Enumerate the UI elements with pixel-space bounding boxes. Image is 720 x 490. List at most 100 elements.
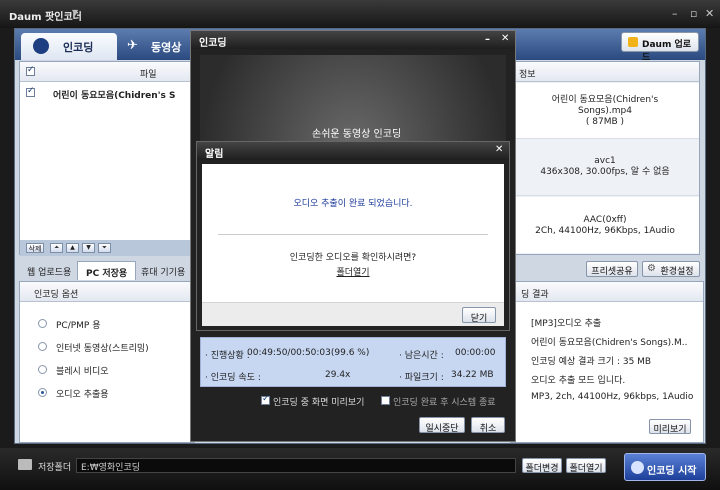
cancel-button[interactable]: 취소 — [471, 417, 505, 434]
option-radio[interactable] — [38, 365, 47, 374]
info-video-line2: 436x308, 30.00fps, 알 수 없음 — [540, 167, 670, 177]
title-bar: Daum 팟인코더 ▼ – ▫ ✕ — [0, 0, 720, 28]
alert-message: 오디오 추출이 완료 되었습니다. — [293, 199, 413, 209]
speed-label: · 인코딩 속도 : — [205, 373, 261, 383]
chevron-down-icon[interactable]: ▼ — [72, 8, 78, 17]
minimize-icon[interactable]: – — [672, 7, 678, 20]
list-controls: 삭제 ⏶ ▲ ▼ ⏷ — [20, 240, 194, 256]
change-folder-button[interactable]: 폴더변경 — [522, 458, 562, 474]
info-audio-line2: 2Ch, 44100Hz, 96Kbps, 1Audio — [535, 226, 675, 236]
option-radio[interactable] — [38, 388, 47, 397]
option-streaming[interactable]: 인터넷 동영상(스트리밍) — [38, 341, 188, 354]
close-icon[interactable]: ✕ — [501, 33, 509, 44]
file-checkbox[interactable] — [26, 86, 35, 97]
encoding-result-panel: 딩 결과 [MP3]오디오 추출 어린이 동요모음(Chidren's Song… — [510, 281, 704, 443]
speed-value: 29.4x — [325, 370, 351, 380]
info-file-line1: 어린이 동요모음(Chidren's — [551, 95, 659, 105]
folder-icon — [18, 459, 32, 470]
encoding-dialog-title-text: 인코딩 — [199, 38, 227, 49]
result-line: [MP3]오디오 추출 — [531, 319, 602, 329]
upload-icon — [628, 37, 638, 47]
option-label: 블레시 비디오 — [56, 367, 109, 377]
filesize-value: 34.22 MB — [451, 370, 494, 380]
start-encoding-button[interactable]: 인코딩 시작 — [624, 453, 706, 481]
move-bottom-icon[interactable]: ⏷ — [98, 243, 111, 253]
option-radio[interactable] — [38, 319, 47, 328]
daum-upload-label: Daum 업로드 — [642, 40, 692, 63]
file-name: 어린이 동요모음(Chidren's S — [53, 91, 176, 101]
progress-value: 00:49:50/00:50:03(99.6 %) — [247, 348, 370, 358]
settings-button[interactable]: ⚙ 환경설정 — [642, 261, 700, 277]
open-folder-link[interactable]: 폴더열기 — [202, 265, 504, 278]
preview-button[interactable]: 미리보기 — [649, 419, 691, 435]
tab-video-label: 동영상 — [151, 41, 182, 54]
result-line: 인코딩 예상 결과 크기 : 35 MB — [531, 357, 652, 367]
start-encoding-label: 인코딩 시작 — [647, 466, 697, 477]
option-pc-pmp[interactable]: PC/PMP 용 — [38, 318, 188, 331]
option-audio-extract[interactable]: 오디오 추출용 — [38, 387, 188, 400]
preset-share-button[interactable]: 프리셋공유 — [586, 261, 638, 277]
tab-portable[interactable]: 휴대 기기용 — [137, 261, 189, 280]
info-header: 정보 — [511, 62, 699, 82]
result-line: 오디오 추출 모드 입니다. — [531, 376, 626, 386]
film-icon — [33, 38, 49, 54]
tab-pc-save[interactable]: PC 저장용 — [77, 261, 137, 280]
encoding-options-panel: 인코딩 옵션 PC/PMP 용 인터넷 동영상(스트리밍) 블레시 비디오 오디… — [19, 281, 195, 443]
minimize-icon[interactable]: – — [485, 34, 490, 45]
file-list-header: 파일 — [20, 62, 194, 82]
close-icon[interactable]: ✕ — [705, 7, 714, 20]
encoding-options: 인코딩 중 화면 미리보기 인코딩 완료 후 시스템 종료 — [261, 394, 511, 409]
file-column-header: 파일 — [140, 70, 157, 80]
option-label: 인터넷 동영상(스트리밍) — [56, 344, 149, 354]
shutdown-checkbox[interactable] — [381, 396, 390, 405]
preview-option-label: 인코딩 중 화면 미리보기 — [273, 398, 365, 408]
option-label: PC/PMP 용 — [56, 321, 101, 331]
banner-slogan: 손쉬운 동영상 인코딩 — [312, 129, 402, 140]
shutdown-option-label: 인코딩 완료 후 시스템 종료 — [393, 398, 496, 408]
result-title: 딩 결과 — [511, 282, 703, 302]
pause-button[interactable]: 일시중단 — [419, 417, 465, 434]
open-folder-button[interactable]: 폴더열기 — [566, 458, 606, 474]
table-row[interactable]: 어린이 동요모음(Chidren's S — [20, 83, 194, 103]
info-video-line1: avc1 — [594, 156, 616, 166]
info-file-section: 어린이 동요모음(Chidren's Songs).mp4 ( 87MB ) — [511, 83, 699, 139]
save-folder-label: 저장폴더 — [38, 463, 72, 473]
settings-label: 환경설정 — [660, 267, 694, 277]
info-video-section: avc1 436x308, 30.00fps, 알 수 없음 — [511, 140, 699, 196]
alert-footer: 닫기 — [202, 302, 504, 326]
sub-tabs: 웹 업로드용 PC 저장용 휴대 기기용 — [19, 260, 199, 280]
info-column-header: 정보 — [519, 70, 536, 80]
close-button[interactable]: 닫기 — [462, 307, 496, 324]
move-top-icon[interactable]: ⏶ — [50, 243, 63, 253]
alert-dialog: 알림 ✕ 오디오 추출이 완료 되었습니다. 인코딩한 오디오를 확인하시려면?… — [196, 141, 510, 331]
file-info-panel: 정보 어린이 동요모음(Chidren's Songs).mp4 ( 87MB … — [510, 61, 700, 255]
option-radio[interactable] — [38, 342, 47, 351]
remaining-value: 00:00:00 — [455, 348, 496, 358]
app-title: Daum 팟인코더 — [9, 12, 82, 23]
tab-encoding-label: 인코딩 — [63, 41, 94, 54]
options-title: 인코딩 옵션 — [20, 282, 194, 302]
option-flash-video[interactable]: 블레시 비디오 — [38, 364, 188, 377]
move-down-icon[interactable]: ▼ — [82, 243, 95, 253]
select-all-checkbox[interactable] — [26, 65, 35, 76]
divider — [218, 234, 488, 235]
info-file-line2: Songs).mp4 — [578, 106, 632, 116]
option-label: 오디오 추출용 — [56, 390, 109, 400]
tab-web-upload[interactable]: 웹 업로드용 — [23, 261, 75, 280]
daum-upload-button[interactable]: Daum 업로드 — [621, 32, 699, 63]
close-icon[interactable]: ✕ — [495, 144, 503, 155]
info-file-line3: ( 87MB ) — [585, 117, 625, 127]
alert-title-text: 알림 — [205, 149, 224, 160]
tab-encoding[interactable]: 인코딩 — [21, 33, 117, 60]
preview-checkbox[interactable] — [261, 394, 270, 405]
result-line: MP3, 2ch, 44100Hz, 96kbps, 1Audio — [531, 392, 694, 402]
maximize-icon[interactable]: ▫ — [690, 7, 697, 20]
folder-path-input[interactable]: E:₩영화인코딩 — [76, 458, 516, 473]
alert-title: 알림 ✕ — [197, 142, 509, 160]
delete-button[interactable]: 삭제 — [26, 243, 44, 253]
bottom-bar: 저장폴더 E:₩영화인코딩 폴더변경 폴더열기 인코딩 시작 — [0, 448, 720, 490]
encoding-status-box: · 진행상황 : 00:49:50/00:50:03(99.6 %) · 남은시… — [200, 337, 506, 387]
alert-body: 오디오 추출이 완료 되었습니다. 인코딩한 오디오를 확인하시려면? 폴더열기… — [202, 164, 504, 326]
move-up-icon[interactable]: ▲ — [66, 243, 79, 253]
info-audio-line1: AAC(0xff) — [583, 215, 627, 225]
